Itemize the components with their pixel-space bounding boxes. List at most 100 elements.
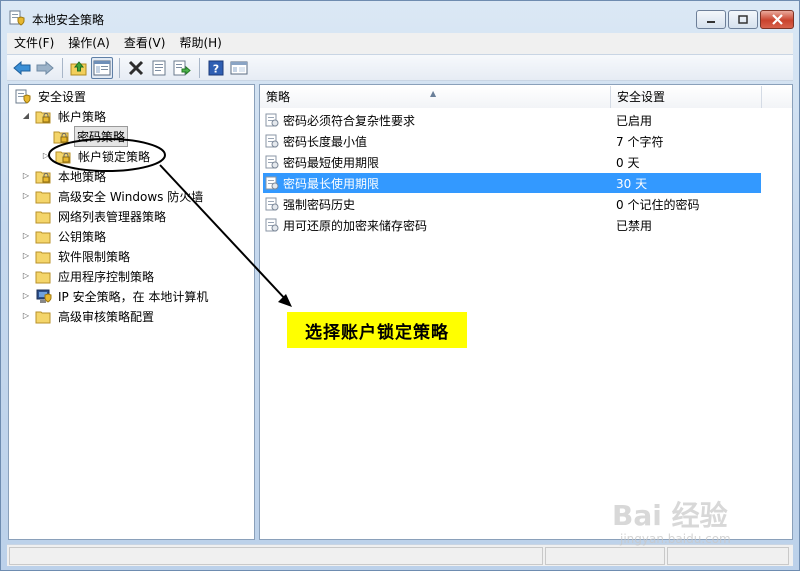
menu-view[interactable]: 查看(V) <box>117 33 173 54</box>
show-hide-tree-icon <box>93 60 111 75</box>
lock-folder-icon <box>53 131 69 143</box>
lock-folder-icon <box>55 151 71 163</box>
export-list-button[interactable] <box>171 57 193 79</box>
ip-security-computer-icon <box>36 289 52 303</box>
table-row[interactable]: 密码必须符合复杂性要求 已启用 <box>263 110 761 130</box>
delete-button[interactable] <box>125 57 147 79</box>
policy-name: 强制密码历史 <box>283 197 356 212</box>
tree-item-password-policy[interactable]: 密码策略 <box>53 125 129 147</box>
forward-icon <box>36 60 54 75</box>
tree-item-application-control[interactable]: ▷ 应用程序控制策略 <box>21 266 156 286</box>
table-row[interactable]: 强制密码历史 0 个记住的密码 <box>263 194 761 214</box>
tree-item-label: IP 安全策略，在 本地计算机 <box>58 289 209 304</box>
folder-icon <box>35 211 51 223</box>
tree-item-security-settings[interactable]: 安全设置 <box>15 86 88 106</box>
forward-button[interactable] <box>34 57 56 79</box>
toolbar: ? <box>7 54 793 81</box>
expand-arrow-icon[interactable]: ▷ <box>21 191 31 201</box>
policy-setting: 已启用 <box>616 113 653 128</box>
tree-item-public-key-policies[interactable]: ▷ 公钥策略 <box>21 226 108 246</box>
tree-item-label: 高级审核策略配置 <box>58 309 155 324</box>
maximize-button[interactable] <box>728 10 758 29</box>
expand-arrow-icon[interactable]: ▷ <box>21 271 31 281</box>
expand-arrow-icon[interactable]: ▷ <box>21 231 31 241</box>
status-bar <box>7 544 793 566</box>
tree-item-software-restriction[interactable]: ▷ 软件限制策略 <box>21 246 132 266</box>
policy-name: 密码长度最小值 <box>283 134 368 149</box>
security-policy-icon <box>9 10 25 26</box>
tree-item-label: 应用程序控制策略 <box>58 269 155 284</box>
properties-icon <box>152 60 166 75</box>
expand-arrow-icon[interactable]: ▷ <box>21 251 31 261</box>
help-icon: ? <box>208 60 224 75</box>
status-segment <box>545 547 665 565</box>
expand-arrow-icon[interactable]: ▷ <box>21 311 31 321</box>
policy-item-icon <box>265 155 279 169</box>
column-header-empty <box>762 86 792 108</box>
tree-item-label: 帐户锁定策略 <box>78 149 151 164</box>
tree-item-account-lockout-policy[interactable]: ▷ 帐户锁定策略 <box>41 146 152 166</box>
folder-icon <box>35 231 51 243</box>
policy-name: 密码最长使用期限 <box>283 176 380 191</box>
up-level-button[interactable] <box>68 57 90 79</box>
column-header-policy[interactable]: 策略 ▲ <box>260 86 611 108</box>
policy-name: 密码最短使用期限 <box>283 155 380 170</box>
tree-item-network-list-manager[interactable]: 网络列表管理器策略 <box>35 206 168 226</box>
help-button[interactable]: ? <box>205 57 227 79</box>
menu-action[interactable]: 操作(A) <box>61 33 117 54</box>
tree-item-label: 网络列表管理器策略 <box>58 209 167 224</box>
tree-item-label: 密码策略 <box>74 125 129 147</box>
view-button[interactable] <box>228 57 250 79</box>
policy-setting: 30 天 <box>616 176 648 191</box>
policy-setting: 7 个字符 <box>616 134 664 149</box>
back-icon <box>13 60 31 75</box>
collapse-arrow-icon[interactable]: ◢ <box>21 111 31 121</box>
properties-button[interactable] <box>148 57 170 79</box>
toolbar-separator <box>119 57 120 78</box>
tree-pane[interactable]: 安全设置 ◢ 帐户策略 密码策略 ▷ 帐户锁定策略 ▷ 本地策略 ▷ 高级安全 … <box>8 84 255 540</box>
policy-item-icon <box>265 113 279 127</box>
policy-name: 密码必须符合复杂性要求 <box>283 113 416 128</box>
tree-item-label: 高级安全 Windows 防火墙 <box>58 189 204 204</box>
list-header: 策略 ▲ 安全设置 <box>260 86 792 108</box>
back-button[interactable] <box>11 57 33 79</box>
table-row[interactable]: 用可还原的加密来储存密码 已禁用 <box>263 215 761 235</box>
tree-item-advanced-audit[interactable]: ▷ 高级审核策略配置 <box>21 306 156 326</box>
tree-item-account-policies[interactable]: ◢ 帐户策略 <box>21 106 108 126</box>
folder-icon <box>35 271 51 283</box>
table-row[interactable]: 密码最短使用期限 0 天 <box>263 152 761 172</box>
show-hide-tree-button[interactable] <box>91 56 113 79</box>
tree-item-firewall[interactable]: ▷ 高级安全 Windows 防火墙 <box>21 186 205 206</box>
close-button[interactable] <box>760 10 794 29</box>
sort-ascending-icon: ▲ <box>430 89 437 98</box>
policy-setting: 0 个记住的密码 <box>616 197 700 212</box>
tree-item-label: 安全设置 <box>38 89 87 104</box>
table-row[interactable]: 密码长度最小值 7 个字符 <box>263 131 761 151</box>
policy-name: 用可还原的加密来储存密码 <box>283 218 428 233</box>
menu-help[interactable]: 帮助(H) <box>172 33 228 54</box>
policy-setting: 已禁用 <box>616 218 653 233</box>
policy-item-icon <box>265 197 279 211</box>
column-header-security-setting[interactable]: 安全设置 <box>611 86 762 108</box>
minimize-icon <box>707 20 715 23</box>
app-window: 本地安全策略 文件(F) 操作(A) 查看(V) 帮助(H) ? 安全设置 ◢ … <box>0 0 800 571</box>
policy-item-icon <box>265 218 279 232</box>
folder-icon <box>35 251 51 263</box>
window-title: 本地安全策略 <box>32 13 105 27</box>
status-segment <box>667 547 789 565</box>
up-folder-icon <box>70 60 87 75</box>
policy-item-icon <box>265 134 279 148</box>
tree-item-label: 本地策略 <box>58 169 107 184</box>
table-row-selected[interactable]: 密码最长使用期限 30 天 <box>263 173 761 193</box>
tree-item-local-policies[interactable]: ▷ 本地策略 <box>21 166 108 186</box>
tree-item-label: 公钥策略 <box>58 229 107 244</box>
expand-arrow-icon[interactable]: ▷ <box>21 171 31 181</box>
title-bar[interactable]: 本地安全策略 <box>1 1 799 33</box>
toolbar-separator <box>199 57 200 78</box>
tree-item-ip-security[interactable]: ▷ IP 安全策略，在 本地计算机 <box>21 286 210 306</box>
minimize-button[interactable] <box>696 10 726 29</box>
expand-arrow-icon[interactable]: ▷ <box>41 151 51 161</box>
expand-arrow-icon[interactable]: ▷ <box>21 291 31 301</box>
tree-item-label: 软件限制策略 <box>58 249 131 264</box>
menu-file[interactable]: 文件(F) <box>7 33 61 54</box>
